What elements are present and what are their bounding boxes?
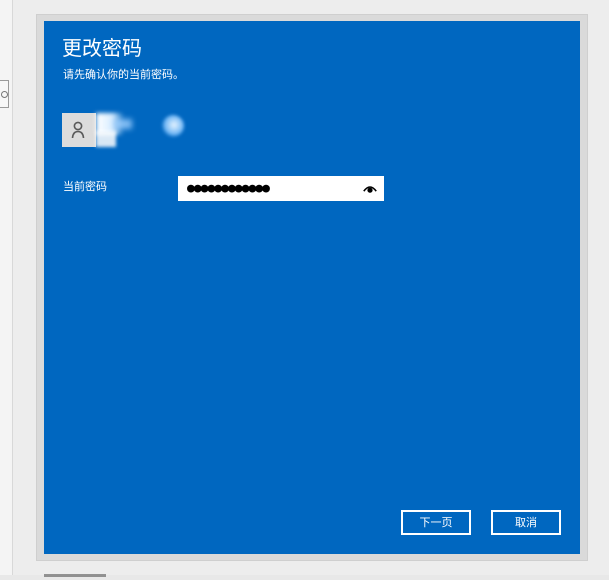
account-info [62, 113, 262, 149]
background-obscured-text [44, 566, 114, 580]
next-button[interactable]: 下一页 [401, 510, 471, 535]
change-password-dialog: 更改密码 请先确认你的当前密码。 当前密码 下一页 取消 [44, 21, 580, 554]
eye-icon [363, 185, 377, 193]
reveal-password-button[interactable] [361, 180, 379, 197]
background-search-box-edge [0, 80, 9, 108]
cancel-button[interactable]: 取消 [491, 510, 561, 535]
blurred-account-detail [162, 115, 184, 137]
dialog-subtitle: 请先确认你的当前密码。 [63, 68, 184, 81]
current-password-input[interactable] [179, 177, 355, 200]
avatar [62, 113, 96, 147]
blurred-account-name [114, 119, 132, 129]
dialog-title: 更改密码 [62, 36, 142, 60]
blurred-account-name [96, 131, 116, 147]
user-avatar-icon [71, 121, 85, 139]
current-password-field[interactable] [178, 176, 384, 201]
current-password-label: 当前密码 [63, 180, 107, 193]
